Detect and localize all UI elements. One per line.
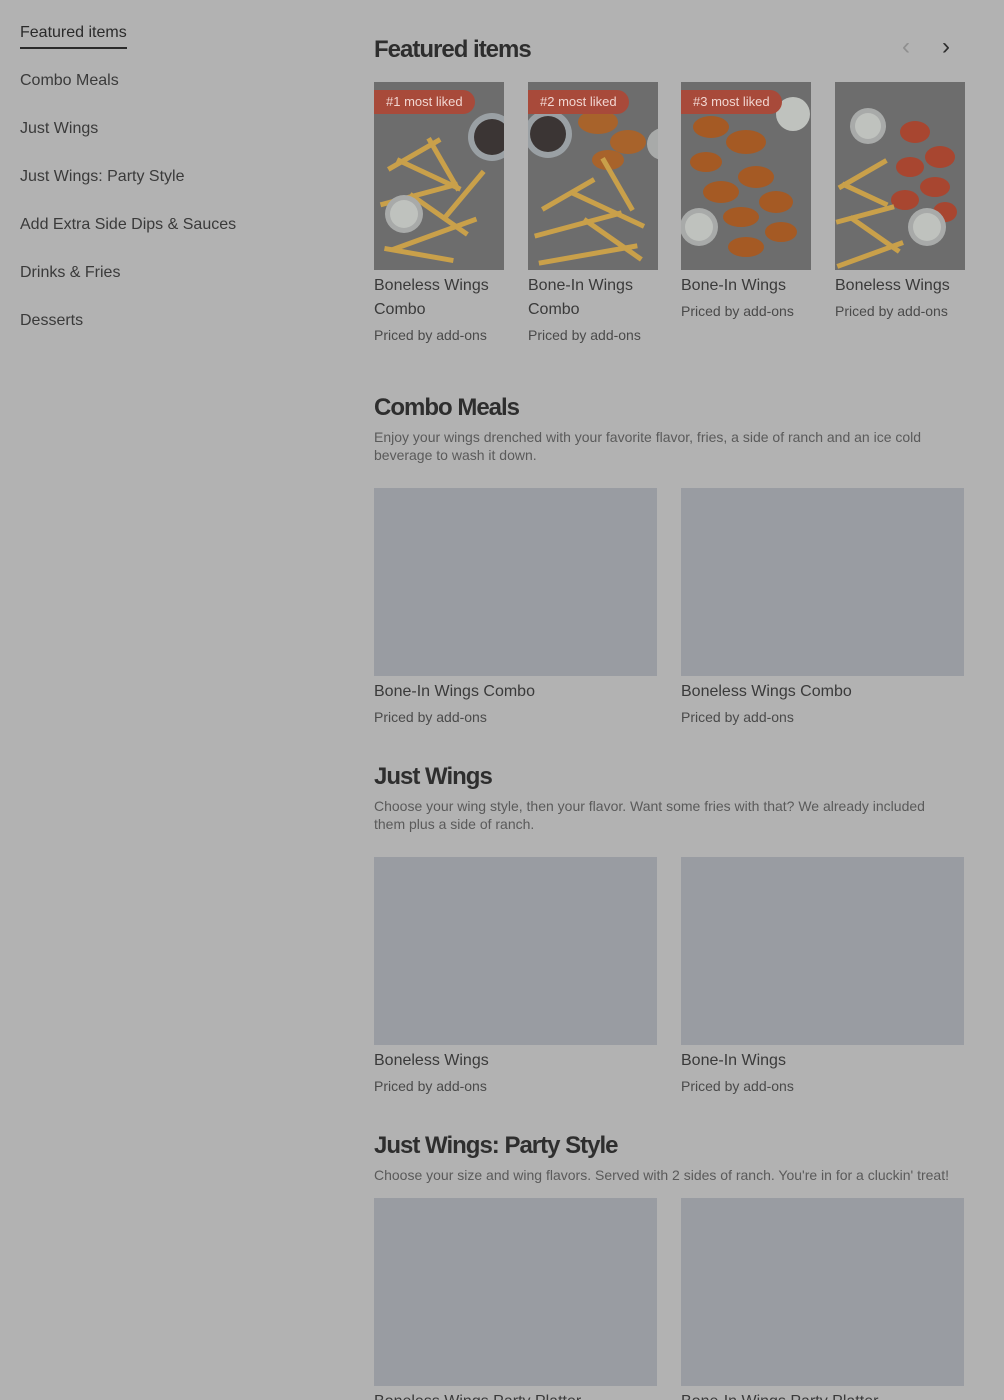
sidebar-item-label: Add Extra Side Dips & Sauces — [20, 216, 237, 233]
featured-header: Featured items ‹ › — [374, 35, 964, 66]
item-title: Bone-In Wings Party Platter — [681, 1390, 964, 1400]
wings-fries-image — [835, 82, 965, 270]
item-image-placeholder — [374, 488, 657, 676]
item-price: Priced by add-ons — [528, 327, 641, 343]
item-title: Boneless Wings — [374, 1052, 489, 1069]
item-price: Priced by add-ons — [835, 303, 948, 319]
food-image: #2 most liked — [528, 82, 658, 270]
most-liked-badge: #3 most liked — [681, 90, 782, 114]
item-title: Boneless Wings Combo — [374, 277, 489, 318]
menu-item-card[interactable]: Boneless Wings Combo Priced by add-ons — [681, 488, 964, 726]
sidebar-item-label: Featured items — [20, 22, 127, 49]
item-image-placeholder — [681, 1198, 964, 1386]
food-image — [835, 82, 965, 270]
item-grid: Boneless Wings Priced by add-ons Bone-In… — [374, 857, 964, 1107]
item-title: Bone-In Wings — [681, 1052, 786, 1069]
sidebar-item-label: Just Wings — [20, 120, 99, 137]
item-image-placeholder — [681, 488, 964, 676]
section-title: Just Wings: Party Style — [374, 1132, 619, 1159]
sidebar-item-just-wings[interactable]: Just Wings — [20, 118, 320, 166]
item-image-placeholder — [681, 857, 964, 1045]
category-sidebar: Featured items Combo Meals Just Wings Ju… — [20, 22, 320, 358]
section-title: Just Wings — [374, 763, 493, 790]
item-grid: Boneless Wings Party Platter Bone-In Win… — [374, 1198, 964, 1400]
featured-card[interactable]: Boneless Wings Priced by add-ons — [835, 82, 965, 320]
sidebar-item-featured[interactable]: Featured items — [20, 22, 320, 70]
section-title: Combo Meals — [374, 394, 520, 421]
most-liked-badge: #2 most liked — [528, 90, 629, 114]
section-description: Enjoy your wings drenched with your favo… — [374, 429, 922, 463]
sidebar-item-desserts[interactable]: Desserts — [20, 310, 320, 358]
item-title: Bone-In Wings — [681, 277, 786, 294]
sidebar-item-label: Drinks & Fries — [20, 264, 121, 281]
menu-item-card[interactable]: Bone-In Wings Priced by add-ons — [681, 857, 964, 1095]
most-liked-badge: #1 most liked — [374, 90, 475, 114]
item-image-placeholder — [374, 857, 657, 1045]
menu-item-card[interactable]: Bone-In Wings Party Platter — [681, 1198, 964, 1400]
featured-carousel: #1 most liked Boneless Wings Combo Price… — [374, 82, 994, 352]
item-grid: Bone-In Wings Combo Priced by add-ons Bo… — [374, 488, 964, 738]
item-title: Bone-In Wings Combo — [528, 277, 633, 318]
sidebar-item-party-style[interactable]: Just Wings: Party Style — [20, 166, 320, 214]
menu-item-card[interactable]: Boneless Wings Party Platter — [374, 1198, 657, 1400]
item-title: Boneless Wings Party Platter — [374, 1390, 657, 1400]
item-price: Priced by add-ons — [374, 1078, 487, 1094]
item-price: Priced by add-ons — [374, 709, 487, 725]
sidebar-item-label: Desserts — [20, 312, 84, 329]
sidebar-item-drinks-fries[interactable]: Drinks & Fries — [20, 262, 320, 310]
featured-title: Featured items — [374, 36, 532, 63]
section-description: Choose your wing style, then your flavor… — [374, 798, 925, 832]
section-description: Choose your size and wing flavors. Serve… — [374, 1167, 949, 1183]
item-price: Priced by add-ons — [681, 709, 794, 725]
sidebar-item-extra-dips[interactable]: Add Extra Side Dips & Sauces — [20, 214, 320, 262]
sidebar-item-label: Combo Meals — [20, 72, 119, 89]
featured-card[interactable]: #2 most liked Bone-In Wings Combo Priced… — [528, 82, 658, 344]
sidebar-item-combo-meals[interactable]: Combo Meals — [20, 70, 320, 118]
sidebar-item-label: Just Wings: Party Style — [20, 168, 185, 185]
section-combo-meals: Combo Meals Enjoy your wings drenched wi… — [374, 394, 964, 738]
item-image-placeholder — [374, 1198, 657, 1386]
featured-card[interactable]: #1 most liked Boneless Wings Combo Price… — [374, 82, 504, 344]
section-party-style: Just Wings: Party Style Choose your size… — [374, 1132, 964, 1400]
menu-item-card[interactable]: Boneless Wings Priced by add-ons — [374, 857, 657, 1095]
item-title: Boneless Wings Combo — [681, 683, 852, 700]
section-just-wings: Just Wings Choose your wing style, then … — [374, 763, 964, 1107]
food-image: #3 most liked — [681, 82, 811, 270]
chevron-left-icon[interactable]: ‹ — [894, 35, 918, 60]
food-image: #1 most liked — [374, 82, 504, 270]
chevron-right-icon[interactable]: › — [934, 35, 958, 60]
item-title: Bone-In Wings Combo — [374, 683, 535, 700]
item-price: Priced by add-ons — [681, 303, 794, 319]
item-price: Priced by add-ons — [681, 1078, 794, 1094]
menu-item-card[interactable]: Bone-In Wings Combo Priced by add-ons — [374, 488, 657, 726]
item-price: Priced by add-ons — [374, 327, 487, 343]
item-title: Boneless Wings — [835, 277, 950, 294]
featured-card[interactable]: #3 most liked Bone-In Wings Priced by ad… — [681, 82, 811, 320]
